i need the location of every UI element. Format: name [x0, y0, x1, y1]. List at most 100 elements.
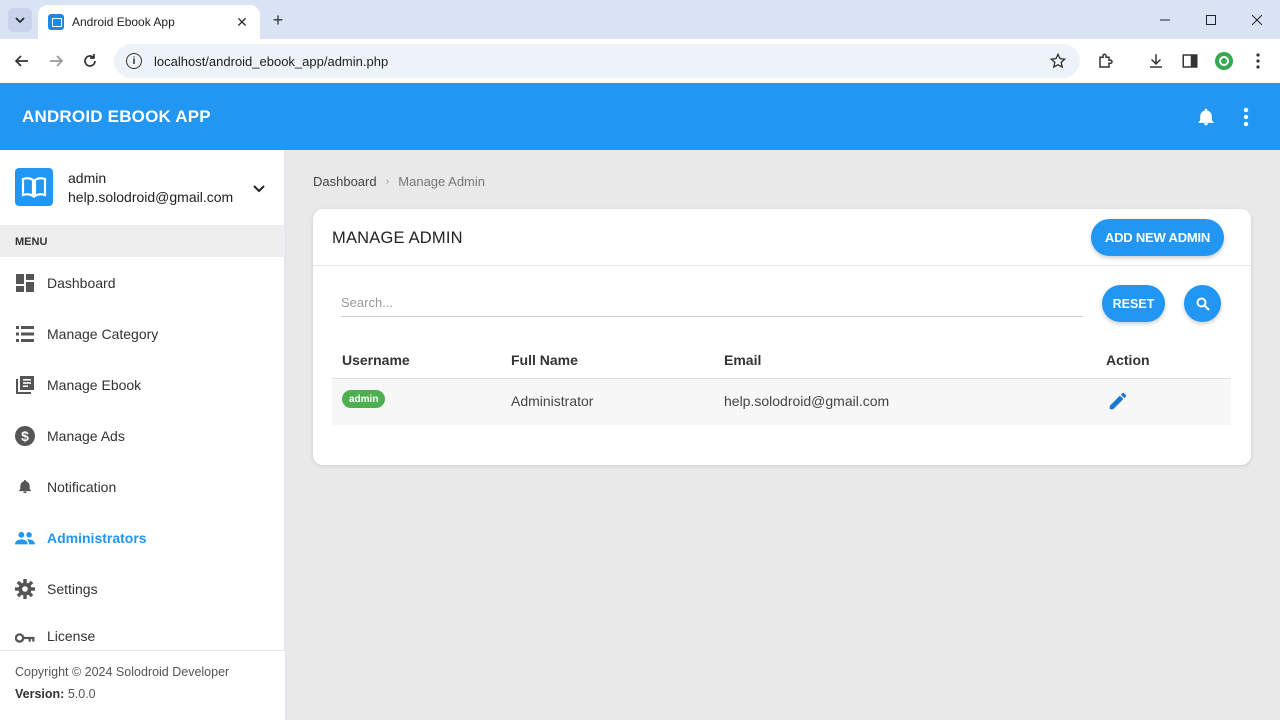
puzzle-icon	[1099, 53, 1113, 68]
admin-table: Username Full Name Email Action admin Ad…	[332, 341, 1231, 425]
side-panel-button[interactable]	[1176, 47, 1204, 75]
side-panel-icon	[1182, 54, 1198, 68]
library-books-icon	[15, 375, 35, 395]
cell-full-name: Administrator	[511, 393, 594, 409]
breadcrumb-dashboard[interactable]: Dashboard	[313, 174, 377, 189]
footer-copyright: Copyright © 2024 Solodroid Developer	[15, 665, 230, 679]
footer-version-label: Version:	[15, 687, 65, 701]
browser-toolbar: i localhost/android_ebook_app/admin.php	[0, 39, 1280, 83]
people-icon	[15, 528, 35, 548]
reset-button[interactable]: RESET	[1102, 285, 1165, 322]
table-row: admin Administrator help.solodroid@gmail…	[332, 379, 1231, 425]
sidebar-item-label: Manage Ads	[47, 427, 125, 444]
maximize-button[interactable]	[1188, 0, 1234, 39]
sidebar-item-notification[interactable]: Notification	[0, 461, 285, 512]
username-badge: admin	[342, 390, 386, 408]
sidebar-item-manage-category[interactable]: Manage Category	[0, 308, 285, 359]
dollar-icon: $	[15, 425, 35, 446]
chevron-down-icon	[15, 17, 25, 23]
reload-button[interactable]	[76, 47, 104, 75]
page-title: MANAGE ADMIN	[332, 229, 463, 247]
new-tab-button[interactable]: +	[266, 8, 290, 32]
search-icon	[1196, 297, 1210, 311]
arrow-left-icon	[14, 55, 28, 67]
maximize-icon	[1206, 14, 1216, 25]
notification-bell-icon[interactable]	[1196, 106, 1216, 128]
minimize-icon	[1160, 19, 1170, 20]
list-icon	[15, 324, 35, 344]
forward-button[interactable]	[42, 47, 70, 75]
kebab-menu-icon	[1256, 53, 1260, 69]
add-new-admin-button[interactable]: ADD NEW ADMIN	[1091, 219, 1224, 256]
table-header: Username Full Name Email Action	[332, 341, 1231, 379]
menu-header: MENU	[0, 225, 285, 257]
app-favicon-icon	[48, 14, 64, 30]
download-icon	[1150, 54, 1162, 68]
sidebar-item-label: Settings	[47, 580, 98, 597]
column-header-action: Action	[1106, 352, 1150, 368]
sidebar-item-label: Manage Category	[47, 325, 159, 342]
sidebar: admin help.solodroid@gmail.com MENU Dash…	[0, 150, 285, 720]
column-header-email[interactable]: Email	[724, 352, 761, 368]
cell-email: help.solodroid@gmail.com	[724, 393, 890, 409]
user-email: help.solodroid@gmail.com	[68, 189, 234, 205]
sidebar-item-label: Notification	[47, 478, 117, 495]
key-icon	[15, 628, 35, 648]
card-header: MANAGE ADMIN ADD NEW ADMIN	[313, 209, 1251, 266]
footer-version: Version: 5.0.0	[15, 687, 270, 701]
extensions-button[interactable]	[1092, 47, 1120, 75]
breadcrumb-separator-icon: ›	[385, 175, 390, 188]
svg-text:$: $	[21, 428, 29, 444]
user-dropdown-chevron-icon[interactable]	[250, 180, 268, 198]
footer-version-value: 5.0.0	[67, 687, 96, 701]
bell-icon	[15, 477, 35, 497]
column-header-full-name[interactable]: Full Name	[511, 352, 578, 368]
user-info: admin help.solodroid@gmail.com	[0, 150, 285, 225]
sidebar-item-administrators[interactable]: Administrators	[0, 512, 285, 563]
gear-icon	[15, 578, 35, 599]
close-icon	[1252, 14, 1262, 25]
book-avatar-icon	[15, 168, 53, 206]
profile-button[interactable]	[1210, 47, 1238, 75]
bookmark-star-icon[interactable]	[1048, 51, 1068, 71]
sidebar-item-label: Manage Ebook	[47, 376, 142, 393]
browser-tab-bar: Android Ebook App ✕ +	[0, 0, 1280, 39]
downloads-button[interactable]	[1142, 47, 1170, 75]
reload-icon	[84, 54, 96, 67]
close-window-button[interactable]	[1234, 0, 1280, 39]
sidebar-footer: Copyright © 2024 Solodroid Developer Ver…	[0, 650, 285, 720]
arrow-right-icon	[50, 55, 64, 67]
app-title[interactable]: ANDROID EBOOK APP	[22, 107, 211, 127]
breadcrumb: Dashboard › Manage Admin	[313, 174, 485, 189]
dashboard-icon	[15, 273, 35, 293]
app-menu-icon[interactable]	[1236, 106, 1256, 128]
back-button[interactable]	[8, 47, 36, 75]
search-input[interactable]	[341, 289, 1083, 317]
user-name: admin	[68, 170, 107, 186]
sidebar-item-label: Administrators	[47, 529, 147, 546]
sidebar-item-license[interactable]: License	[0, 614, 285, 650]
sidebar-item-label: Dashboard	[47, 274, 116, 291]
edit-pencil-icon[interactable]	[1107, 390, 1129, 412]
search-button[interactable]	[1184, 285, 1221, 322]
site-info-icon[interactable]: i	[126, 53, 142, 69]
url-text[interactable]: localhost/android_ebook_app/admin.php	[154, 54, 1048, 69]
sidebar-item-manage-ads[interactable]: $ Manage Ads	[0, 410, 285, 461]
sidebar-item-label: License	[47, 628, 96, 644]
sidebar-item-dashboard[interactable]: Dashboard	[0, 257, 285, 308]
column-header-username[interactable]: Username	[342, 352, 410, 368]
sidebar-item-manage-ebook[interactable]: Manage Ebook	[0, 359, 285, 410]
window-controls	[1142, 0, 1280, 39]
sidebar-item-settings[interactable]: Settings	[0, 563, 285, 614]
breadcrumb-current: Manage Admin	[398, 174, 486, 189]
tab-close-icon[interactable]: ✕	[234, 14, 250, 30]
minimize-button[interactable]	[1142, 0, 1188, 39]
address-bar[interactable]: i localhost/android_ebook_app/admin.php	[114, 44, 1080, 78]
main-content: Dashboard › Manage Admin MANAGE ADMIN AD…	[286, 150, 1280, 720]
tab-list-button[interactable]	[8, 8, 32, 32]
browser-menu-button[interactable]	[1244, 47, 1272, 75]
app-header: ANDROID EBOOK APP	[0, 83, 1280, 150]
manage-admin-card: MANAGE ADMIN ADD NEW ADMIN RESET Usernam…	[313, 209, 1251, 465]
browser-tab[interactable]: Android Ebook App ✕	[38, 5, 260, 39]
profile-avatar-icon	[1215, 52, 1233, 70]
